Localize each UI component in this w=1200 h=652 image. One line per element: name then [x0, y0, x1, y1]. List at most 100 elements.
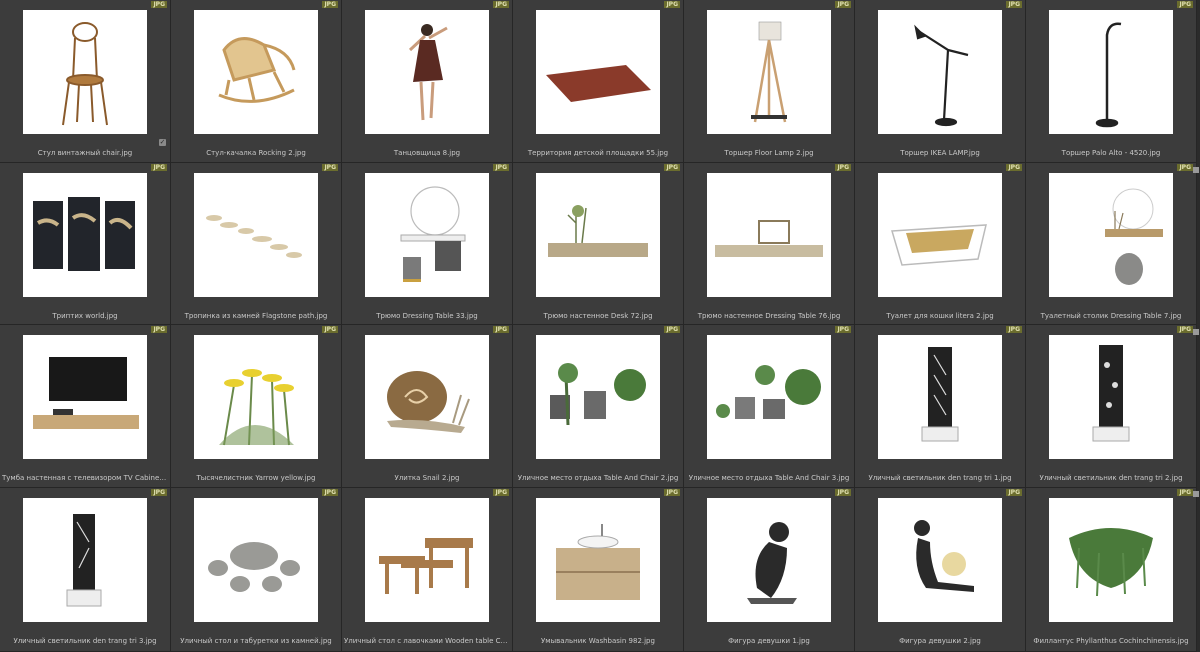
file-name-label: Триптих world.jpg: [52, 312, 118, 320]
file-name-label: Уличный стол и табуретки из камней.jpg: [180, 637, 332, 645]
thumbnail-image[interactable]: [194, 498, 318, 622]
bentwood-chair-icon: [62, 22, 108, 126]
thumbnail-image[interactable]: [536, 10, 660, 134]
thumbnail-image[interactable]: [194, 173, 318, 297]
thumbnail-tile[interactable]: JPG Тропинка из камней Flagstone path.jpg: [171, 163, 342, 325]
thumbnail-image[interactable]: [536, 173, 660, 297]
thumbnail-tile[interactable]: JPG Уличное место отдыха Table And Chair …: [513, 325, 684, 488]
file-type-badge: JPG: [151, 326, 167, 333]
tv-cabinet-icon: [33, 357, 139, 429]
thumbnail-tile[interactable]: JPG Торшер Palo Alto - 4520.jpg: [1026, 0, 1197, 163]
file-type-badge: JPG: [493, 164, 509, 171]
file-name-label: Танцовщица 8.jpg: [393, 149, 461, 157]
thumbnail-image[interactable]: [878, 173, 1002, 297]
thumbnail-tile[interactable]: JPG Триптих world.jpg: [0, 163, 171, 325]
washbasin-vanity-icon: [556, 524, 640, 600]
thumbnail-tile[interactable]: JPG Территория детской площадки 55.jpg: [513, 0, 684, 163]
thumbnail-tile[interactable]: JPG Уличный стол и табуретки из камней.jp…: [171, 488, 342, 652]
file-name-label: Торшер Floor Lamp 2.jpg: [724, 149, 814, 157]
thumbnail-tile[interactable]: JPG Танцовщица 8.jpg: [342, 0, 513, 163]
thumbnail-tile[interactable]: JPG Уличный стол с лавочками Wooden table…: [342, 488, 513, 652]
thumbnail-tile[interactable]: JPG Трюмо настенное Dressing Table 76.jpg: [684, 163, 855, 325]
file-type-badge: JPG: [664, 1, 680, 8]
thumbnail-tile[interactable]: JPG Тысячелистник Yarrow yellow.jpg: [171, 325, 342, 488]
thumbnail-image[interactable]: [23, 10, 147, 134]
thumbnail-tile[interactable]: JPG Стул-качалка Rocking 2.jpg: [171, 0, 342, 163]
thumbnail-tile[interactable]: JPG Улитка Snail 2.jpg: [342, 325, 513, 488]
garden-lantern-pattern-icon: [1092, 345, 1130, 442]
thumbnail-image[interactable]: [23, 498, 147, 622]
file-name-label: Трюмо Dressing Table 33.jpg: [376, 312, 478, 320]
file-type-badge: JPG: [1006, 326, 1022, 333]
file-name-label: Умывальник Washbasin 982.jpg: [541, 637, 655, 645]
stone-table-set-icon: [208, 542, 300, 592]
thumbnail-image[interactable]: [707, 173, 831, 297]
world-map-triptych-icon: [33, 197, 135, 271]
dressing-table-icon: [400, 186, 466, 282]
file-name-label: Уличный светильник den trang tri 3.jpg: [13, 637, 157, 645]
thumbnail-tile[interactable]: JPG Торшер Floor Lamp 2.jpg: [684, 0, 855, 163]
thumbnail-image[interactable]: [365, 335, 489, 459]
dancer-figure-icon: [408, 24, 448, 121]
file-name-label: Туалетный столик Dressing Table 7.jpg: [1040, 312, 1182, 320]
file-name-label: Уличное место отдыха Table And Chair 3.j…: [688, 474, 850, 482]
thumbnail-image[interactable]: [1049, 498, 1173, 622]
yarrow-plant-icon: [219, 369, 294, 446]
thumbnail-image[interactable]: [365, 498, 489, 622]
thumbnail-image[interactable]: [878, 10, 1002, 134]
arc-floor-lamp-icon: [1095, 22, 1122, 128]
thumbnail-image[interactable]: [707, 10, 831, 134]
thumbnail-tile[interactable]: JPG Стул винтажный chair.jpg ✓: [0, 0, 171, 163]
thumbnail-tile[interactable]: JPG Фигура девушки 1.jpg: [684, 488, 855, 652]
arm-floor-lamp-icon: [914, 24, 969, 127]
snail-icon: [387, 371, 470, 433]
file-name-label: Туалет для кошки litera 2.jpg: [886, 312, 994, 320]
thumbnail-image[interactable]: [365, 173, 489, 297]
file-type-badge: JPG: [1006, 489, 1022, 496]
thumbnail-tile[interactable]: JPG Уличный светильник den trang tri 2.jp…: [1026, 325, 1197, 488]
outdoor-seating-2-icon: [716, 365, 821, 419]
thumbnail-tile[interactable]: JPG Уличный светильник den trang tri 3.jp…: [0, 488, 171, 652]
file-name-label: Тумба настенная с телевизором TV Cabinet…: [2, 474, 168, 482]
thumbnail-image[interactable]: [707, 498, 831, 622]
thumbnail-image[interactable]: [536, 498, 660, 622]
file-type-badge: JPG: [322, 164, 338, 171]
file-name-label: Стул-качалка Rocking 2.jpg: [206, 149, 306, 157]
reclining-figure-sculpture-icon: [914, 520, 974, 592]
thumbnail-image[interactable]: [194, 10, 318, 134]
thumbnail-tile[interactable]: JPG Умывальник Washbasin 982.jpg: [513, 488, 684, 652]
thumbnail-tile[interactable]: JPG Туалетный столик Dressing Table 7.jpg: [1026, 163, 1197, 325]
thumbnail-tile[interactable]: JPG Туалет для кошки litera 2.jpg: [855, 163, 1026, 325]
thumbnail-image[interactable]: [194, 335, 318, 459]
thumbnail-tile[interactable]: JPG Трюмо Dressing Table 33.jpg: [342, 163, 513, 325]
thumbnail-image[interactable]: [1049, 173, 1173, 297]
file-name-label: Стул винтажный chair.jpg: [37, 149, 133, 157]
file-type-badge: JPG: [151, 489, 167, 496]
cat-litter-box-icon: [891, 224, 987, 266]
thumbnail-image[interactable]: [536, 335, 660, 459]
garden-lantern-tall-icon: [66, 514, 102, 607]
scrollbar[interactable]: [1190, 0, 1200, 652]
thumbnail-image[interactable]: [1049, 335, 1173, 459]
thumbnail-tile[interactable]: JPG Фигура девушки 2.jpg: [855, 488, 1026, 652]
thumbnail-image[interactable]: [365, 10, 489, 134]
rug-icon: [546, 65, 651, 102]
file-name-label: Торшер IKEA LAMP.jpg: [900, 149, 980, 157]
thumbnail-tile[interactable]: JPG Тумба настенная с телевизором TV Cabi…: [0, 325, 171, 488]
thumbnail-tile[interactable]: JPG Уличное место отдыха Table And Chair …: [684, 325, 855, 488]
thumbnail-tile[interactable]: JPG Трюмо настенное Desk 72.jpg: [513, 163, 684, 325]
thumbnail-image[interactable]: [1049, 10, 1173, 134]
thumbnail-image[interactable]: [23, 173, 147, 297]
thumbnail-image[interactable]: [707, 335, 831, 459]
selection-checkbox[interactable]: ✓: [159, 139, 166, 146]
thumbnail-image[interactable]: [878, 498, 1002, 622]
thumbnail-tile[interactable]: JPG Торшер IKEA LAMP.jpg: [855, 0, 1026, 163]
thumbnail-tile[interactable]: JPG Уличный светильник den trang tri 1.jp…: [855, 325, 1026, 488]
file-name-label: Тропинка из камней Flagstone path.jpg: [184, 312, 328, 320]
file-name-label: Уличный стол с лавочками Wooden table Ch…: [344, 637, 510, 645]
file-name-label: Улитка Snail 2.jpg: [394, 474, 460, 482]
file-type-badge: JPG: [322, 326, 338, 333]
thumbnail-tile[interactable]: JPG Филлантус Phyllanthus Cochinchinensis…: [1026, 488, 1197, 652]
thumbnail-image[interactable]: [878, 335, 1002, 459]
thumbnail-image[interactable]: [23, 335, 147, 459]
